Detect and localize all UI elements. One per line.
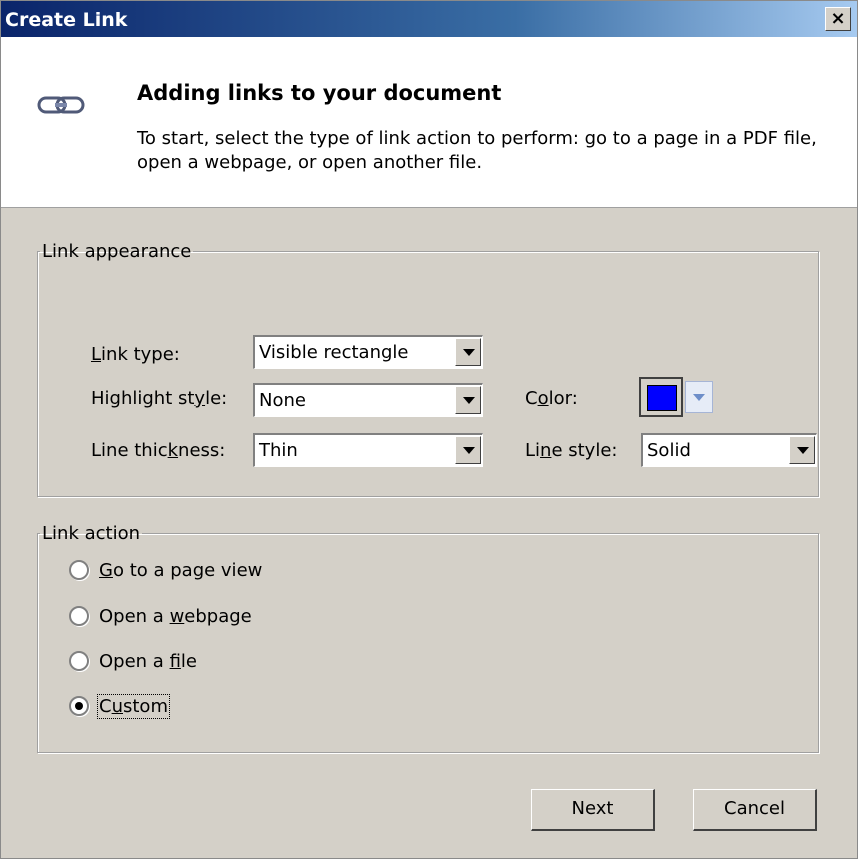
header-heading: Adding links to your document <box>137 81 502 105</box>
line-thickness-value: Thin <box>259 440 298 461</box>
highlight-style-value: None <box>259 390 306 411</box>
link-chain-icon <box>37 96 85 114</box>
highlight-style-select[interactable]: None <box>253 383 483 417</box>
next-button[interactable]: Next <box>531 789 655 831</box>
radio-button[interactable] <box>69 606 89 626</box>
create-link-dialog: Create Link × Adding links to your docum… <box>0 0 858 859</box>
color-label: Color: <box>525 388 578 409</box>
color-picker[interactable] <box>639 377 721 417</box>
radio-label: Open a file <box>99 650 197 672</box>
radio-button[interactable] <box>69 651 89 671</box>
dropdown-arrow-icon[interactable] <box>455 338 481 366</box>
radio-button-checked[interactable] <box>69 696 89 716</box>
title-bar[interactable]: Create Link × <box>1 1 857 37</box>
link-type-label: Link type: <box>91 344 180 365</box>
link-type-value: Visible rectangle <box>259 342 409 363</box>
window-title: Create Link <box>5 9 128 31</box>
color-dropdown-arrow-icon[interactable] <box>685 381 713 413</box>
line-thickness-select[interactable]: Thin <box>253 433 483 467</box>
dropdown-arrow-icon[interactable] <box>455 436 481 464</box>
header-description: To start, select the type of link action… <box>137 128 817 173</box>
link-appearance-legend: Link appearance <box>42 241 192 262</box>
line-style-label: Line style: <box>525 440 618 461</box>
radio-go-to-page-view[interactable]: Go to a page view <box>69 557 262 583</box>
link-action-legend: Link action <box>42 523 140 544</box>
radio-open-file[interactable]: Open a file <box>69 648 197 674</box>
radio-label: Open a webpage <box>99 605 252 627</box>
link-type-select[interactable]: Visible rectangle <box>253 335 483 369</box>
radio-custom[interactable]: Custom <box>69 693 170 719</box>
radio-button[interactable] <box>69 560 89 580</box>
line-style-value: Solid <box>647 440 691 461</box>
line-style-select[interactable]: Solid <box>641 433 817 467</box>
radio-label: Custom <box>97 693 170 719</box>
highlight-style-label: Highlight style: <box>91 388 228 409</box>
color-swatch-button[interactable] <box>639 377 683 417</box>
close-button[interactable]: × <box>825 7 851 31</box>
header-panel: Adding links to your document To start, … <box>1 37 857 208</box>
line-thickness-label: Line thickness: <box>91 440 226 461</box>
dropdown-arrow-icon[interactable] <box>789 436 815 464</box>
dropdown-arrow-icon[interactable] <box>455 386 481 414</box>
color-swatch <box>647 385 677 411</box>
radio-label: Go to a page view <box>99 559 263 581</box>
cancel-button[interactable]: Cancel <box>693 789 817 831</box>
radio-open-webpage[interactable]: Open a webpage <box>69 603 252 629</box>
